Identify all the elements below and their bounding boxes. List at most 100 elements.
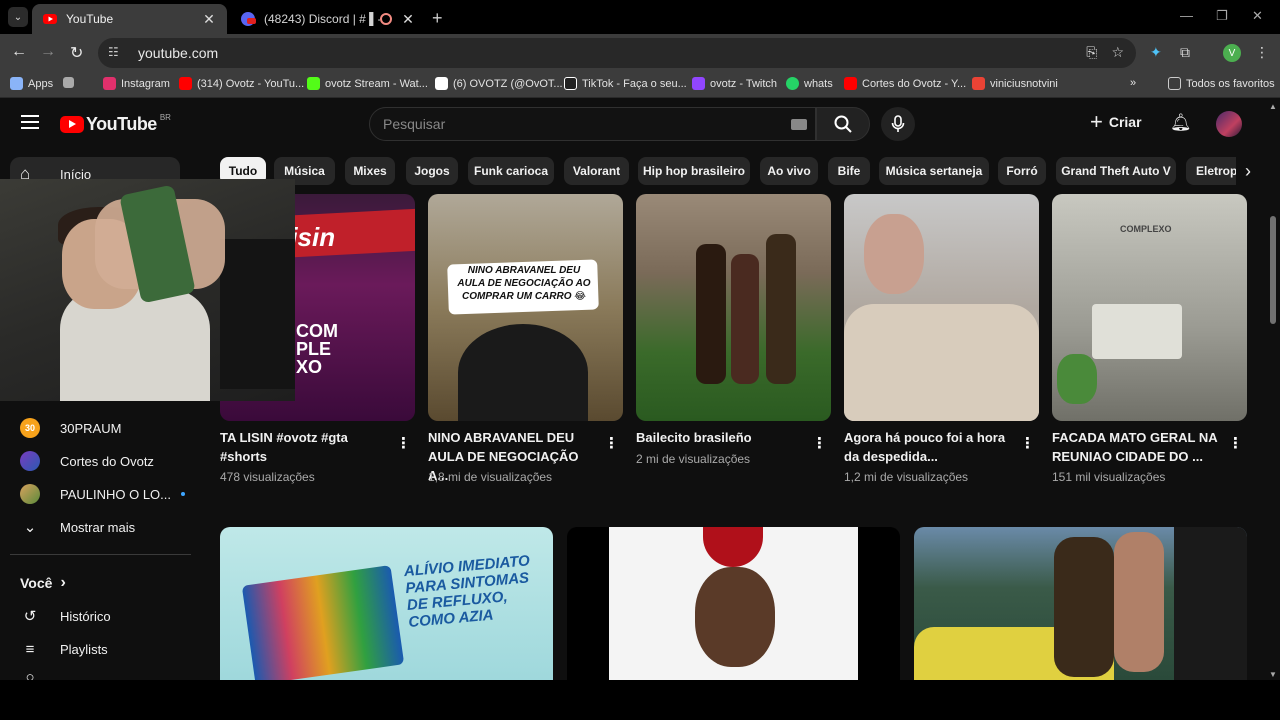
microphone-icon	[891, 115, 905, 132]
window-close-icon[interactable]: ✕	[1252, 8, 1263, 24]
browser-toolbar: ← → ↻ ☷ youtube.com ⎘ ☆ ✦ ⧉ ⋮	[0, 34, 1280, 72]
tab-youtube[interactable]: YouTube ✕	[32, 4, 227, 34]
youtube-logo[interactable]: YouTube BR	[60, 113, 171, 135]
install-app-icon[interactable]: ⎘	[1086, 44, 1097, 61]
subscription-item[interactable]: PAULINHO O LO...	[20, 484, 186, 504]
minimize-icon[interactable]: —	[1180, 8, 1193, 23]
chip[interactable]: Música sertaneja	[879, 157, 989, 185]
subscription-item[interactable]: Cortes do Ovotz	[20, 451, 154, 471]
apps-grid-icon	[10, 77, 23, 90]
bookmark-youtube-ovotz[interactable]: (314) Ovotz - YouTu...	[179, 77, 304, 90]
youtube-icon	[179, 77, 192, 90]
video-title[interactable]: Bailecito brasileño	[636, 428, 804, 447]
search-icon	[834, 115, 852, 133]
create-button[interactable]: + Criar	[1090, 111, 1142, 133]
bookmark-kick[interactable]: ovotz Stream - Wat...	[307, 77, 428, 90]
subscription-item[interactable]: 30 30PRAUM	[20, 418, 121, 438]
video-thumbnail[interactable]	[636, 194, 831, 421]
more-options-icon[interactable]: ⋮	[604, 434, 619, 452]
more-options-icon[interactable]: ⋮	[396, 434, 411, 452]
sidebar-item-history[interactable]: ↺ Histórico	[20, 607, 111, 625]
bookmark-apps[interactable]: Apps	[10, 77, 53, 90]
more-menu-icon[interactable]: ⋮	[1255, 44, 1269, 61]
video-thumbnail[interactable]	[844, 194, 1039, 421]
chip[interactable]: Valorant	[564, 157, 629, 185]
video-title[interactable]: Agora há pouco foi a hora da despedida..…	[844, 428, 1012, 466]
bookmark-gmail[interactable]: viniciusnotvini	[972, 77, 1058, 90]
all-bookmarks-folder[interactable]: Todos os favoritos	[1168, 77, 1275, 90]
chevron-right-icon[interactable]: ›	[1236, 157, 1260, 185]
complexo-logo: COM PLE XO	[296, 321, 338, 377]
new-tab-button[interactable]: +	[432, 8, 443, 29]
address-bar[interactable]: ☷ youtube.com ⎘ ☆	[98, 38, 1136, 68]
bookmark-cortes[interactable]: Cortes do Ovotz - Y...	[844, 77, 966, 90]
bookmark-x[interactable]: (6) OVOTZ (@OvOT...	[435, 77, 563, 90]
scroll-down-icon[interactable]: ▼	[1269, 670, 1277, 679]
chip[interactable]: Forró	[998, 157, 1046, 185]
chip[interactable]: Grand Theft Auto V	[1056, 157, 1176, 185]
maximize-icon[interactable]: ❐	[1216, 8, 1228, 24]
tab-title: YouTube	[66, 12, 114, 26]
bookmark-tiktok[interactable]: TikTok - Faça o seu...	[564, 77, 687, 90]
bookmarks-overflow-icon[interactable]: »	[1130, 77, 1136, 89]
chip[interactable]: Funk carioca	[468, 157, 554, 185]
video-title[interactable]: FACADA MATO GERAL NA REUNIAO CIDADE DO .…	[1052, 428, 1222, 466]
video-views: 478 visualizações	[220, 470, 315, 484]
bookmark-whats[interactable]: whats	[786, 77, 833, 90]
close-icon[interactable]: ✕	[400, 11, 416, 28]
x-icon	[435, 77, 448, 90]
search-button[interactable]	[816, 107, 870, 141]
forward-arrow-icon[interactable]: →	[40, 43, 56, 61]
voice-search-button[interactable]	[881, 107, 915, 141]
scroll-up-icon[interactable]: ▲	[1269, 102, 1277, 111]
site-info-icon[interactable]: ☷	[108, 45, 124, 61]
search-input[interactable]: Pesquisar	[369, 107, 816, 141]
bookmark-instagram[interactable]: Instagram	[103, 77, 170, 90]
bookmark-twitch[interactable]: ovotz - Twitch	[692, 77, 777, 90]
you-section-header[interactable]: Você ›	[20, 574, 66, 592]
extension-icon[interactable]: ✦	[1150, 44, 1162, 61]
tab-title: (48243) Discord | # ▌-bem-	[264, 12, 380, 26]
menu-hamburger-icon[interactable]	[21, 115, 39, 133]
reload-icon[interactable]: ↻	[70, 43, 83, 63]
account-avatar[interactable]	[1216, 111, 1242, 137]
more-options-icon[interactable]: ⋮	[812, 434, 827, 452]
avatar	[20, 484, 40, 504]
youtube-favicon-icon	[43, 14, 57, 24]
chip[interactable]: Hip hop brasileiro	[638, 157, 750, 185]
back-arrow-icon[interactable]: ←	[11, 43, 27, 61]
playlist-icon: ≡	[25, 641, 35, 658]
close-icon[interactable]: ✕	[201, 11, 217, 28]
avatar: 30	[20, 418, 40, 438]
discord-favicon-icon	[241, 12, 256, 26]
chip[interactable]: Jogos	[406, 157, 458, 185]
chip[interactable]: Ao vivo	[760, 157, 818, 185]
video-thumbnail[interactable]: COMPLEXO	[1052, 194, 1247, 421]
keyboard-icon[interactable]	[791, 118, 807, 130]
bookmark-star-icon[interactable]: ☆	[1111, 44, 1124, 61]
bottom-letterbox	[0, 680, 1280, 720]
video-thumbnail[interactable]: NINO ABRAVANEL DEU AULA DE NEGOCIAÇÃO AO…	[428, 194, 623, 421]
browser-profile-avatar[interactable]: V	[1223, 44, 1241, 62]
chip[interactable]: Bife	[828, 157, 870, 185]
tab-search-button[interactable]: ⌄	[8, 7, 28, 27]
video-thumbnail[interactable]: ALÍVIO IMEDIATO PARA SINTOMAS DE REFLUXO…	[220, 527, 553, 680]
video-thumbnail[interactable]	[567, 527, 900, 680]
scrollbar-thumb[interactable]	[1270, 216, 1276, 324]
sidebar-item-playlists[interactable]: ≡ Playlists	[20, 641, 108, 658]
divider	[10, 554, 191, 555]
webcam-overlay	[0, 179, 295, 401]
show-more-button[interactable]: ⌄ Mostrar mais	[20, 518, 135, 536]
video-thumbnail[interactable]	[914, 527, 1247, 680]
youtube-play-icon	[60, 116, 84, 133]
gmail-icon	[972, 77, 985, 90]
video-title[interactable]: TA LISIN #ovotz #gta #shorts	[220, 428, 380, 466]
extensions-puzzle-icon[interactable]: ⧉	[1180, 44, 1190, 61]
chevron-right-icon: ›	[60, 574, 66, 591]
more-options-icon[interactable]: ⋮	[1228, 434, 1243, 452]
grid-icon[interactable]	[63, 77, 79, 88]
notifications-bell-icon[interactable]: 🔔︎	[1170, 113, 1192, 133]
more-options-icon[interactable]: ⋮	[1020, 434, 1035, 452]
tab-discord[interactable]: (48243) Discord | # ▌-bem- ✕	[230, 4, 426, 34]
chip[interactable]: Mixes	[345, 157, 395, 185]
